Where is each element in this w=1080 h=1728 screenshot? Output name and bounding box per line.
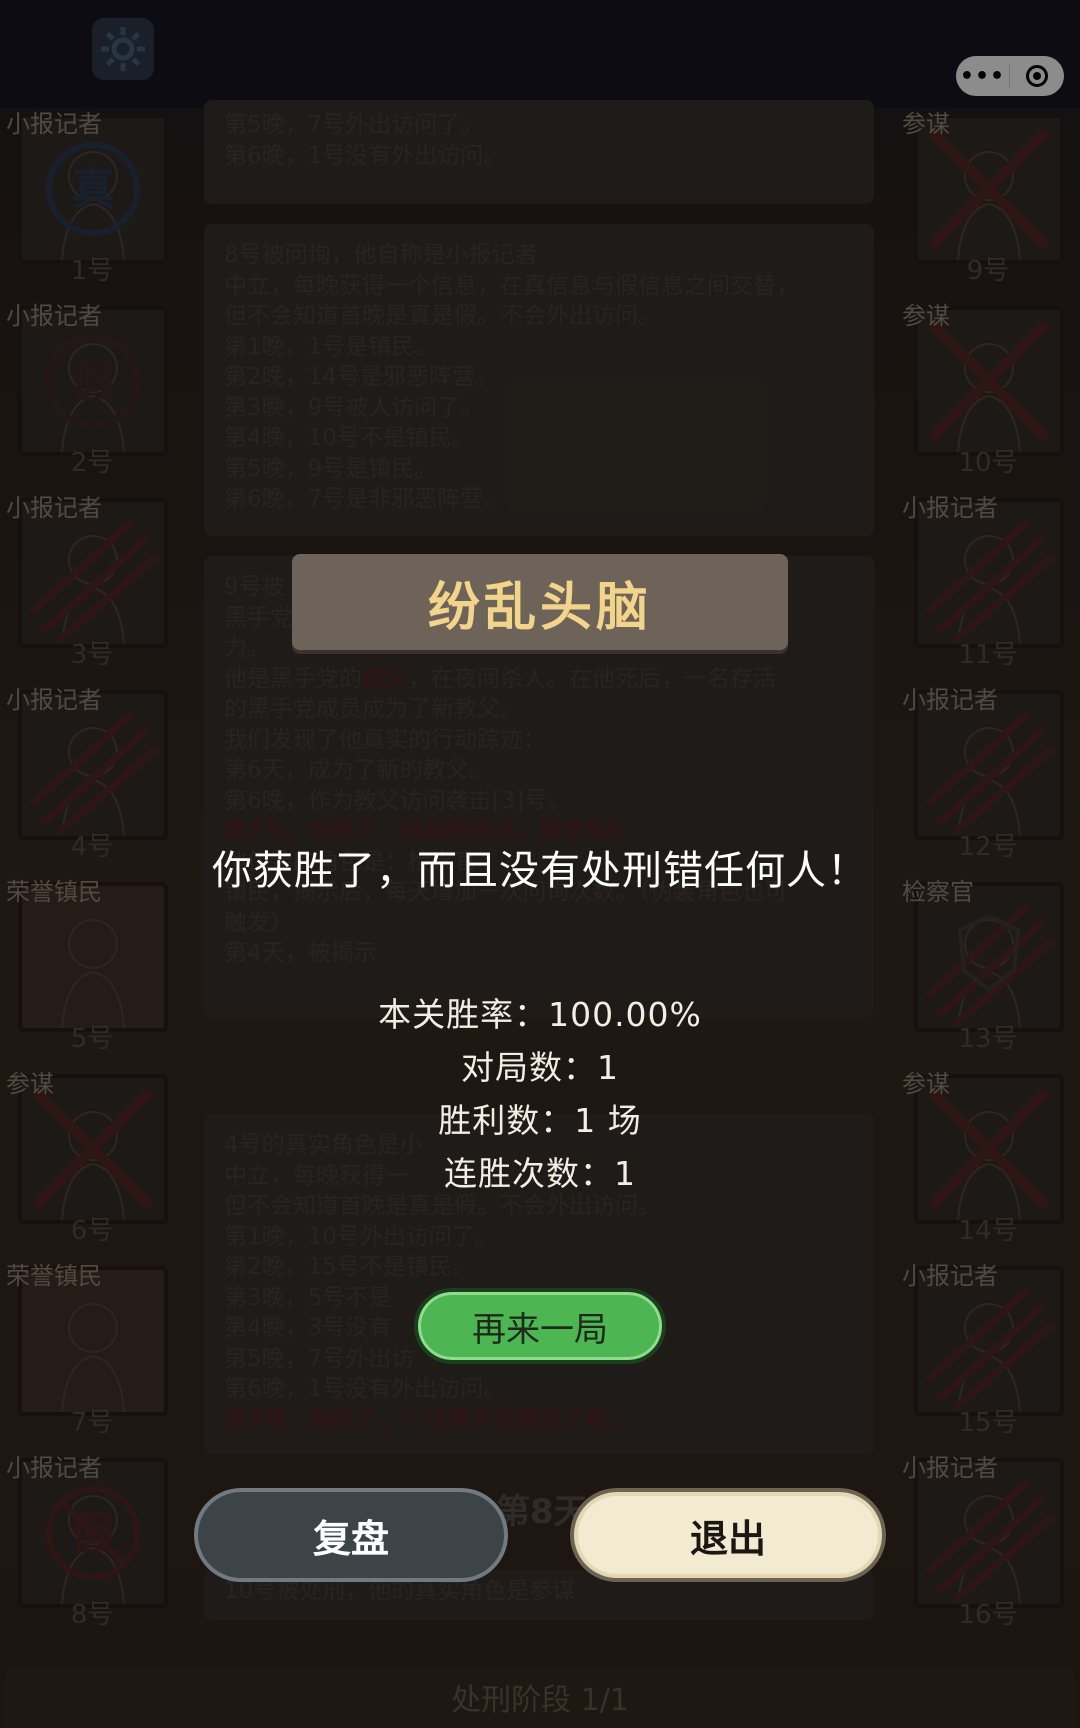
result-title: 纷乱头脑 [292, 554, 788, 650]
exit-button[interactable]: 退出 [570, 1488, 886, 1582]
play-again-button[interactable]: 再来一局 [414, 1288, 666, 1364]
wins-stat: 胜利数：1 场 [438, 1101, 642, 1140]
result-headline: 你获胜了，而且没有处刑错任何人！ [212, 848, 868, 894]
win-streak-stat: 连胜次数：1 [444, 1154, 636, 1193]
review-button[interactable]: 复盘 [194, 1488, 508, 1582]
games-played-stat: 对局数：1 [461, 1048, 619, 1087]
win-rate-stat: 本关胜率：100.00% [378, 995, 702, 1034]
